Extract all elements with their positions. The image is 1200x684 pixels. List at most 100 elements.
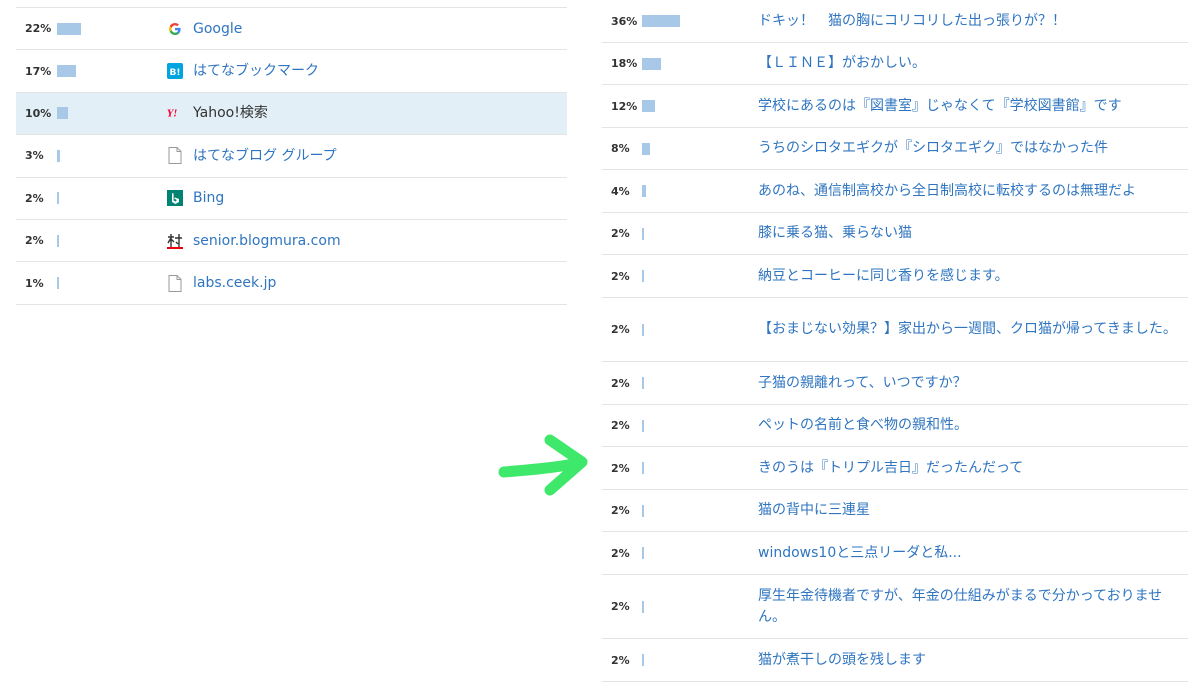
svg-text:Y!: Y! [167, 110, 177, 119]
referrer-link-hatena-blog-group[interactable]: はてなブログ グループ [193, 146, 337, 166]
percent-value: 2% [611, 600, 630, 613]
percent-bar [57, 277, 59, 290]
article-link[interactable]: 学校にあるのは『図書室』じゃなくて『学校図書館』です [758, 96, 1178, 117]
article-link[interactable]: うちのシロタエギクが『シロタエギク』ではなかった件 [758, 138, 1178, 159]
list-item: 2% windows10と三点リーダと私... [602, 532, 1188, 575]
percent-bar [57, 22, 81, 35]
percent-bar [57, 107, 68, 120]
list-item: 4% あのね、通信制高校から全日制高校に転校するのは無理だよ [602, 170, 1188, 213]
article-link[interactable]: 【おまじない効果？】家出から一週間、クロ猫が帰ってきました。 [758, 319, 1178, 340]
percent-value: 22% [25, 22, 52, 36]
document-icon [167, 147, 183, 165]
list-item: 2% きのうは『トリプル吉日』だったんだって [602, 447, 1188, 490]
article-list: 36% ドキッ！ 猫の胸にコリコリした出っ張りが？！ 18% 【ＬＩＮＥ】がおか… [602, 0, 1188, 682]
list-item: 8% うちのシロタエギクが『シロタエギク』ではなかった件 [602, 128, 1188, 170]
percent-value: 2% [611, 546, 630, 560]
list-item: 2% 【おまじない効果？】家出から一週間、クロ猫が帰ってきました。 [602, 298, 1188, 362]
article-link[interactable]: あのね、通信制高校から全日制高校に転校するのは無理だよ [758, 181, 1178, 202]
percent-bar [642, 185, 647, 197]
percent-bar [642, 323, 645, 336]
blogmura-icon [167, 233, 183, 249]
referrer-link-bing[interactable]: Bing [193, 188, 224, 208]
percent-bar [642, 462, 645, 474]
percent-value: 18% [611, 57, 638, 70]
article-link[interactable]: 【ＬＩＮＥ】がおかしい。 [758, 53, 1178, 74]
article-link[interactable]: windows10と三点リーダと私... [758, 543, 1178, 564]
referrer-link-google[interactable]: Google [193, 19, 242, 39]
article-link[interactable]: ドキッ！ 猫の胸にコリコリした出っ張りが？！ [758, 11, 1178, 32]
percent-value: 2% [611, 323, 630, 336]
percent-value: 2% [611, 461, 630, 475]
percent-bar [57, 234, 60, 247]
article-link[interactable]: 猫の背中に三連星 [758, 500, 1178, 521]
percent-bar [642, 15, 680, 27]
percent-value: 2% [611, 419, 630, 432]
list-item: 36% ドキッ！ 猫の胸にコリコリした出っ張りが？！ [602, 0, 1188, 43]
google-icon [167, 21, 183, 37]
percent-bar [642, 100, 655, 112]
percent-value: 4% [611, 184, 630, 198]
percent-bar [642, 377, 645, 389]
referrer-link-blogmura[interactable]: senior.blogmura.com [193, 231, 341, 251]
list-item: 2% 膝に乗る猫、乗らない猫 [602, 213, 1188, 255]
referrer-link-ceek[interactable]: labs.ceek.jp [193, 273, 276, 293]
list-item: 2% 子猫の親離れって、いつですか？ [602, 362, 1188, 405]
list-item: 2% 猫が煮干しの頭を残します [602, 639, 1188, 682]
percent-value: 2% [25, 191, 44, 205]
percent-bar [57, 192, 60, 205]
list-item: 2% 納豆とコーヒーに同じ香りを感じます。 [602, 255, 1188, 298]
percent-bar [57, 65, 76, 78]
list-item: 3% はてなブログ グループ [16, 135, 567, 178]
percent-value: 17% [25, 64, 52, 78]
percent-bar [642, 654, 645, 666]
percent-bar [642, 227, 645, 240]
list-item: 1% labs.ceek.jp [16, 262, 567, 305]
percent-bar [642, 600, 645, 613]
article-link[interactable]: 膝に乗る猫、乗らない猫 [758, 223, 1178, 244]
percent-value: 2% [611, 504, 630, 517]
percent-bar [57, 149, 61, 162]
percent-value: 3% [25, 149, 44, 163]
article-link[interactable]: 厚生年金待機者ですが、年金の仕組みがまるで分かっておりません。 [758, 586, 1178, 628]
article-link[interactable]: 納豆とコーヒーに同じ香りを感じます。 [758, 266, 1178, 287]
percent-bar [642, 57, 661, 70]
percent-value: 2% [611, 269, 630, 283]
referrer-link-hatena-bookmark[interactable]: はてなブックマーク [193, 61, 319, 81]
article-link[interactable]: ペットの名前と食べ物の親和性。 [758, 415, 1178, 436]
percent-bar [642, 504, 645, 517]
list-item: 2% 猫の背中に三連星 [602, 490, 1188, 532]
list-item: 17% B! はてなブックマーク [16, 50, 567, 93]
list-item: 2% ペットの名前と食べ物の親和性。 [602, 405, 1188, 447]
referrer-list: 22% Google 17% B! はてなブックマーク 10% Y! Yahoo… [16, 7, 567, 305]
percent-value: 2% [611, 376, 630, 390]
list-item: 2% Bing [16, 178, 567, 220]
percent-bar [642, 419, 645, 432]
percent-value: 2% [25, 234, 44, 248]
percent-value: 1% [25, 276, 44, 290]
yahoo-icon: Y! [167, 105, 183, 121]
list-item: 2% 厚生年金待機者ですが、年金の仕組みがまるで分かっておりません。 [602, 575, 1188, 639]
list-item: 2% senior.blogmura.com [16, 220, 567, 263]
percent-value: 8% [611, 142, 630, 155]
document-icon [167, 274, 183, 292]
list-item: 22% Google [16, 8, 567, 51]
article-link[interactable]: きのうは『トリプル吉日』だったんだって [758, 458, 1178, 479]
referrer-link-yahoo[interactable]: Yahoo!検索 [193, 103, 268, 123]
percent-value: 2% [611, 227, 630, 240]
percent-value: 36% [611, 14, 638, 28]
list-item: 10% Y! Yahoo!検索 [16, 92, 567, 136]
green-arrow-icon [498, 434, 588, 496]
percent-value: 10% [25, 106, 52, 120]
percent-bar [642, 270, 645, 282]
svg-text:B!: B! [170, 68, 181, 78]
percent-bar [642, 547, 645, 559]
hatena-bookmark-icon: B! [167, 63, 183, 80]
percent-bar [642, 142, 651, 155]
list-item: 18% 【ＬＩＮＥ】がおかしい。 [602, 43, 1188, 85]
list-item: 12% 学校にあるのは『図書室』じゃなくて『学校図書館』です [602, 85, 1188, 128]
article-link[interactable]: 子猫の親離れって、いつですか？ [758, 373, 1178, 394]
percent-value: 2% [611, 653, 630, 667]
percent-value: 12% [611, 99, 638, 113]
bing-icon [167, 190, 183, 207]
article-link[interactable]: 猫が煮干しの頭を残します [758, 650, 1178, 671]
